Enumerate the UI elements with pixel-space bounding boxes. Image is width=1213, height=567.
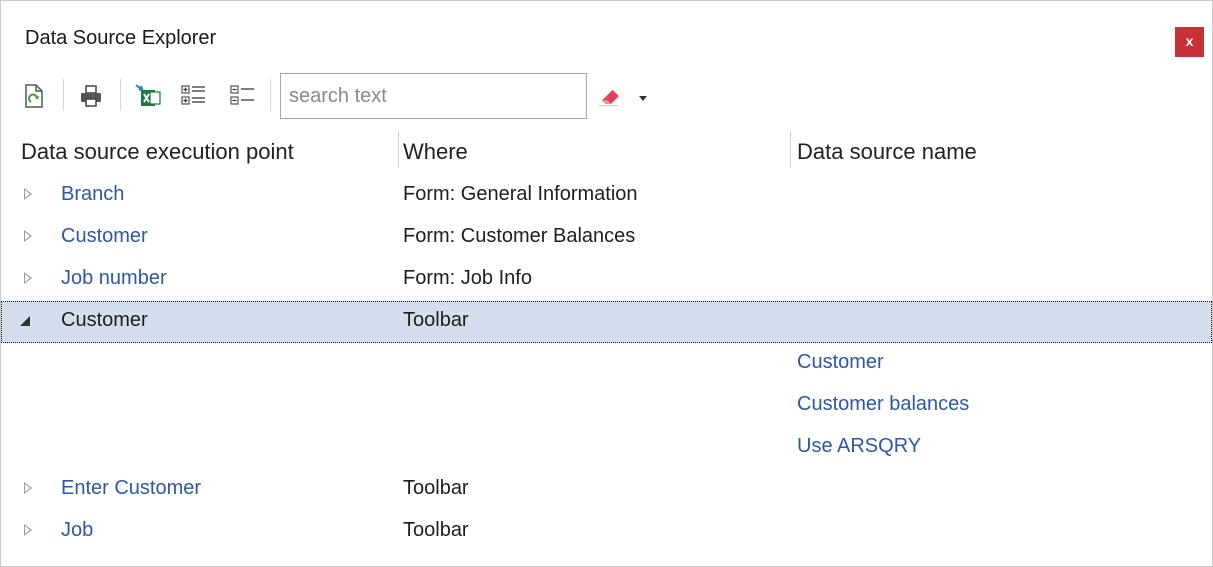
expand-arrow-icon[interactable] bbox=[24, 272, 32, 284]
expand-arrow-icon[interactable] bbox=[24, 482, 32, 494]
execution-point-cell: Customer bbox=[61, 309, 148, 331]
toolbar-separator bbox=[120, 79, 121, 111]
title-bar: Data Source Explorer x bbox=[1, 1, 1212, 71]
tree-row-selected[interactable]: Customer Toolbar bbox=[1, 301, 1212, 343]
where-cell: Toolbar bbox=[403, 309, 469, 331]
where-cell: Toolbar bbox=[403, 519, 469, 541]
expand-arrow-icon[interactable] bbox=[24, 524, 32, 536]
column-resize-handle[interactable] bbox=[398, 131, 399, 167]
execution-point-cell: Enter Customer bbox=[61, 477, 202, 499]
tree-row[interactable]: Branch Form: General Information bbox=[1, 175, 1212, 217]
execution-point-cell: Job number bbox=[61, 267, 167, 289]
column-resize-handle[interactable] bbox=[790, 131, 791, 167]
child-row[interactable]: Customer bbox=[1, 343, 1212, 385]
collapse-all-icon[interactable] bbox=[227, 79, 257, 113]
execution-point-cell: Branch bbox=[61, 183, 125, 205]
toolbar-separator bbox=[63, 79, 64, 111]
toolbar bbox=[1, 71, 1212, 127]
tree-row[interactable]: Job Toolbar bbox=[1, 511, 1212, 553]
data-source-explorer-window: Data Source Explorer x search text Data … bbox=[0, 0, 1213, 567]
tree-row[interactable]: Customer Form: Customer Balances bbox=[1, 217, 1212, 259]
column-header-row: Data source execution point Where Data s… bbox=[1, 127, 1212, 173]
expand-arrow-icon[interactable] bbox=[24, 230, 32, 242]
eraser-icon[interactable] bbox=[595, 79, 625, 113]
tree-row[interactable]: Job number Form: Job Info bbox=[1, 259, 1212, 301]
expand-all-icon[interactable] bbox=[178, 79, 208, 113]
execution-point-cell: Customer bbox=[61, 225, 148, 247]
column-header-execution-point[interactable]: Data source execution point bbox=[21, 139, 294, 165]
chevron-down-icon[interactable] bbox=[635, 79, 651, 113]
where-cell: Form: Customer Balances bbox=[403, 225, 636, 247]
child-row[interactable]: Use ARSQRY bbox=[1, 427, 1212, 469]
data-source-name-cell: Customer balances bbox=[797, 393, 970, 415]
window-title: Data Source Explorer bbox=[25, 27, 217, 49]
export-excel-icon[interactable] bbox=[133, 79, 163, 113]
data-source-name-cell: Customer bbox=[797, 351, 884, 373]
data-source-name-cell: Use ARSQRY bbox=[797, 435, 922, 457]
print-icon[interactable] bbox=[76, 79, 106, 113]
column-header-data-source-name[interactable]: Data source name bbox=[797, 139, 977, 165]
refresh-icon[interactable] bbox=[19, 79, 49, 113]
child-row[interactable]: Customer balances bbox=[1, 385, 1212, 427]
execution-point-cell: Job bbox=[61, 519, 94, 541]
expand-arrow-icon[interactable] bbox=[24, 188, 32, 200]
where-cell: Toolbar bbox=[403, 477, 469, 499]
toolbar-separator bbox=[270, 79, 271, 111]
where-cell: Form: Job Info bbox=[403, 267, 532, 289]
tree-row[interactable]: Enter Customer Toolbar bbox=[1, 469, 1212, 511]
collapse-arrow-icon[interactable] bbox=[20, 316, 30, 326]
where-cell: Form: General Information bbox=[403, 183, 638, 205]
search-input[interactable] bbox=[280, 73, 587, 119]
column-header-where[interactable]: Where bbox=[403, 139, 468, 165]
close-button[interactable]: x bbox=[1175, 27, 1204, 57]
